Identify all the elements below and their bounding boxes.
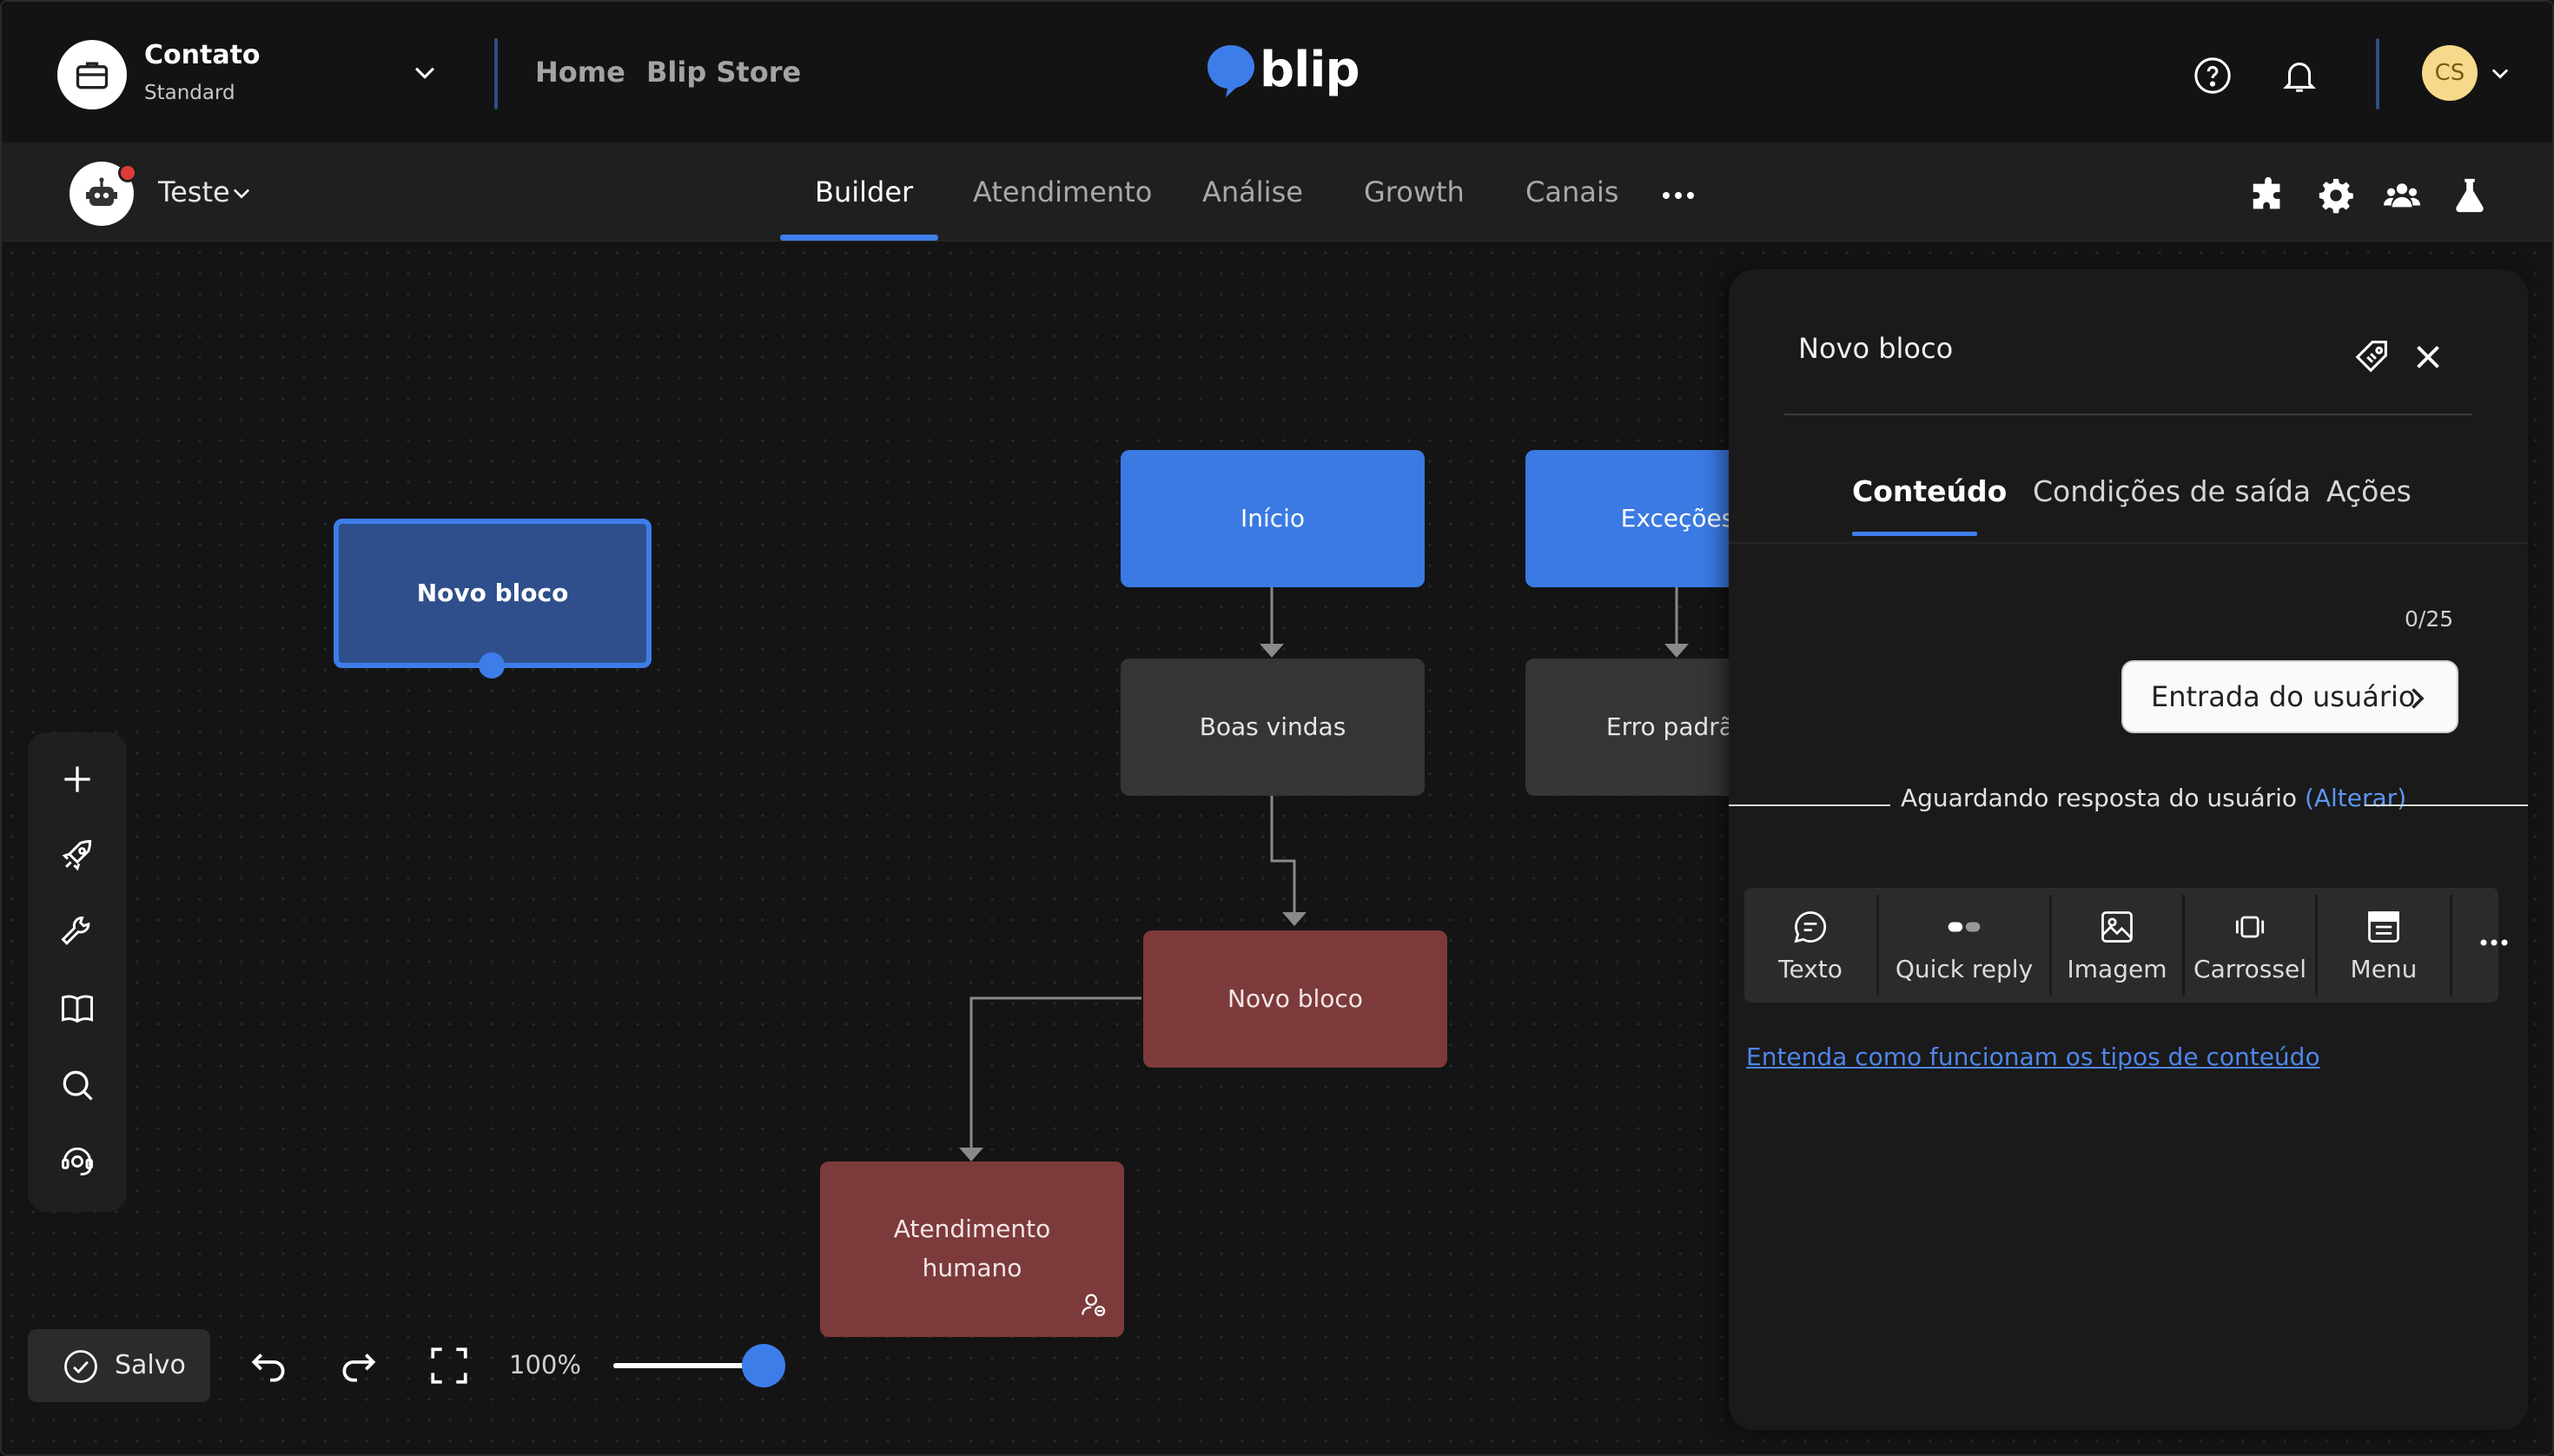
content-type-label: Quick reply [1895,954,2034,983]
tab-condicoes-de-saida[interactable]: Condições de saída [2033,474,2311,508]
divider [2376,38,2379,109]
waiting-text: Aguardando resposta do usuário [1901,784,2298,812]
zoom-slider-thumb[interactable] [742,1344,785,1387]
carousel-icon [2235,916,2265,937]
active-tab-indicator [780,235,938,241]
attendant-icon [1082,1294,1106,1317]
flask-icon[interactable] [2450,175,2490,215]
top-bar: Contato Standard Home Blip Store blip CS [2,2,2552,143]
avatar[interactable]: CS [2422,45,2478,101]
chevron-down-icon[interactable] [2488,61,2512,85]
search-icon[interactable] [58,1066,96,1104]
undo-icon[interactable] [247,1344,290,1387]
divider [1784,414,2472,415]
logo-text: blip [1260,42,1360,98]
content-type-label: Imagem [2067,954,2167,983]
redo-icon[interactable] [337,1344,380,1387]
content-type-toolbar: Texto Quick reply Imagem Carrossel Menu [1744,888,2508,1003]
check-circle-icon [64,1350,97,1383]
panel-title[interactable]: Novo bloco [1798,332,1953,365]
tag-icon[interactable] [2352,337,2392,377]
save-status-button[interactable]: Salvo [28,1329,210,1402]
content-type-menu[interactable]: Menu [2318,888,2450,1003]
content-type-texto[interactable]: Texto [1744,888,1876,1003]
content-type-label: Menu [2350,954,2418,983]
notification-dot [118,163,137,182]
help-icon[interactable] [2193,56,2233,96]
tab-acoes[interactable]: Ações [2326,474,2412,508]
tab-atendimento[interactable]: Atendimento [973,175,1152,208]
active-tab-indicator [1852,532,1977,536]
wrench-icon[interactable] [58,913,96,951]
divider [494,38,498,109]
divider [1729,542,2528,544]
tab-conteudo[interactable]: Conteúdo [1852,474,2007,508]
nav-home[interactable]: Home [535,56,625,89]
chevron-down-icon[interactable] [410,57,440,87]
account-plan: Standard [144,82,235,104]
connector-handle[interactable] [479,652,505,678]
zoom-level: 100% [509,1350,581,1380]
flow-block-selected[interactable]: Novo bloco [334,519,652,668]
chevron-right-icon [2412,688,2425,709]
tab-analise[interactable]: Análise [1202,175,1303,208]
support-agent-icon[interactable] [58,1142,96,1181]
nav-blip-store[interactable]: Blip Store [646,56,801,89]
flow-block-inicio[interactable]: Início [1121,450,1425,587]
content-type-quick-reply[interactable]: Quick reply [1879,888,2049,1003]
help-link[interactable]: Entenda como funcionam os tipos de conte… [1746,1042,2320,1071]
waiting-status: Aguardando resposta do usuário (Alterar) [1901,784,2406,812]
flow-block-novo-bloco[interactable]: Novo bloco [1143,930,1447,1068]
more-icon[interactable] [2479,936,2509,949]
divider [1729,804,1890,806]
puzzle-icon[interactable] [2248,175,2288,215]
chat-icon [1794,910,1827,943]
team-icon[interactable] [2382,175,2422,215]
block-editor-panel: Novo bloco Conteúdo Condições de saída A… [1729,269,2528,1430]
account-name[interactable]: Contato [144,40,261,70]
app-window: Contato Standard Home Blip Store blip CS… [0,0,2554,1456]
char-counter: 0/25 [2405,606,2454,632]
bot-name[interactable]: Teste [158,175,230,208]
fit-screen-icon[interactable] [427,1344,471,1387]
divider [2450,895,2452,996]
user-input-button[interactable]: Entrada do usuário [2121,660,2458,733]
quick-reply-icon [1948,922,1981,931]
content-type-carrossel[interactable]: Carrossel [2185,888,2315,1003]
menu-icon [2368,910,2399,943]
flow-block-boas-vindas[interactable]: Boas vindas [1121,659,1425,796]
briefcase-icon[interactable] [57,40,127,109]
robot-icon [86,177,117,206]
blip-logo: blip [1206,43,1360,97]
image-icon [2101,910,2133,943]
change-link[interactable]: (Alterar) [2305,784,2406,812]
chevron-down-icon[interactable] [229,181,254,205]
content-type-imagem[interactable]: Imagem [2052,888,2182,1003]
blip-bubble-icon [1208,45,1254,97]
tab-builder[interactable]: Builder [815,175,913,208]
tab-growth[interactable]: Growth [1364,175,1465,208]
tab-canais[interactable]: Canais [1525,175,1618,208]
tool-sidebar [28,732,127,1212]
bell-icon[interactable] [2279,56,2319,96]
content-type-label: Texto [1778,954,1843,983]
more-icon[interactable] [1661,189,1696,202]
rocket-icon[interactable] [58,837,96,875]
user-input-label: Entrada do usuário [2151,680,2416,713]
builder-bar: Teste Builder Atendimento Análise Growth… [2,144,2552,242]
saved-label: Salvo [115,1350,186,1380]
content-type-label: Carrossel [2193,954,2306,983]
gear-icon[interactable] [2316,175,2356,215]
book-icon[interactable] [58,989,96,1028]
close-icon[interactable] [2408,337,2448,377]
add-icon[interactable] [58,760,96,798]
divider [2365,804,2528,806]
